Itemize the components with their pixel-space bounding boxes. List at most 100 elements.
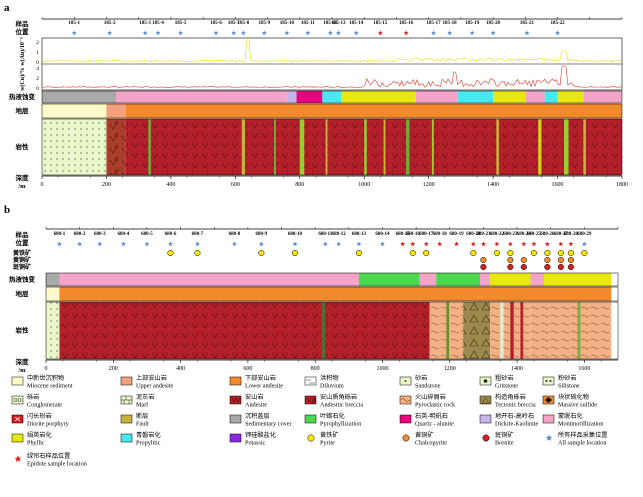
sample-label: 680-5 — [141, 232, 153, 237]
assay-tick: 4 — [36, 66, 39, 72]
pyrite-marker — [507, 249, 514, 257]
depth-tick-label: 1400 — [511, 366, 523, 372]
legend-zh: 砂岩 — [415, 374, 427, 382]
sample-star — [447, 30, 453, 36]
lithology-band — [520, 302, 524, 359]
depth-tick-label: 1200 — [444, 366, 456, 372]
sample-label: 185-22 — [550, 21, 565, 26]
depth-tick-label: 200 — [109, 366, 118, 372]
sample-label: 185-11 — [301, 21, 315, 26]
epidote-sample-star — [531, 241, 537, 247]
stratum-segment — [42, 104, 107, 118]
assay-tick: 2 — [36, 76, 39, 82]
legend-zh: 黄铜矿 — [415, 431, 434, 439]
alteration-segment — [42, 91, 117, 103]
chalcopyrite-marker — [544, 256, 551, 264]
sample-star — [356, 241, 362, 247]
lithology-pattern — [125, 119, 623, 175]
legend-item-lower-andesite: 下部安山岩Lower andesite — [229, 374, 283, 390]
legend-en: Andesitic breccia — [320, 402, 363, 409]
lithology-band — [510, 302, 514, 359]
legend-item-marl: 泥灰岩Marl — [120, 393, 155, 409]
legend-swatch — [229, 376, 242, 386]
legend-en: Diorite porphyry — [27, 421, 70, 428]
legend-en: Conglomerate — [27, 402, 62, 409]
legend-item-potassic: 钾硅酸盐化Potassic — [229, 431, 276, 447]
sample-label: 185-2 — [104, 21, 116, 26]
depth-tick-label: 0 — [45, 366, 48, 372]
row-label-depth: 深度 — [16, 173, 30, 182]
legend-swatch — [11, 395, 24, 405]
row-label-depth: /m — [17, 183, 26, 190]
legend-zh: 所有样品采集位置 — [558, 431, 608, 439]
sample-label: 185-17 — [426, 21, 441, 26]
lithology-band — [496, 119, 499, 175]
legend-en: Siltstone — [558, 383, 580, 390]
alteration-segment — [286, 91, 297, 103]
alteration-segment — [583, 91, 622, 103]
bornite-marker — [557, 263, 564, 271]
pyrite-marker — [557, 249, 564, 257]
sample-label: 680-17 — [419, 232, 434, 237]
legend-zh: 断层 — [136, 412, 148, 420]
bornite-marker — [544, 263, 551, 271]
row-label-samples: 样品 — [16, 19, 30, 28]
legend-swatch — [120, 414, 133, 424]
assay-tick: 1 — [36, 50, 39, 56]
legend-item-andesite: 安山岩Andesite — [229, 393, 267, 409]
lithology-band — [538, 119, 542, 175]
depth-tick-label: 1600 — [552, 182, 564, 188]
legend-item-sandstone: 砂岩Sandstone — [399, 374, 441, 390]
pyrite-marker — [291, 249, 299, 257]
alteration-segment — [480, 273, 491, 286]
legend-item-all-sample-location: 所有样品采集位置All sample location — [545, 431, 608, 447]
depth-tick-label: 1400 — [487, 182, 499, 188]
sample-star — [57, 241, 62, 247]
alteration-segment — [296, 91, 323, 103]
sample-label: 185-3 — [139, 21, 151, 26]
legend-swatch — [307, 434, 315, 442]
legend-en: Epidote sample location — [27, 461, 87, 468]
pyrite-marker — [544, 249, 551, 257]
legend-swatch — [542, 376, 555, 386]
sample-label: 680-8 — [229, 232, 241, 237]
sample-star — [71, 30, 77, 36]
sample-star — [155, 30, 161, 36]
legend-en: Marl — [136, 402, 148, 409]
assay-tick: 0 — [36, 86, 39, 92]
sample-star — [322, 241, 328, 247]
legend-zh: 洪积物 — [320, 374, 339, 382]
chalcopyrite-marker — [480, 256, 487, 264]
epidote-sample-star — [410, 241, 416, 247]
sample-label: 185-14 — [349, 21, 364, 26]
legend-item-quartz-alunite: 石英-明矾石Quartz - alunite — [399, 412, 454, 428]
sample-label: 680-3 — [94, 232, 106, 237]
sample-star — [581, 241, 587, 247]
legend-zh: 叶蜡石化 — [320, 412, 345, 420]
alteration-segment — [322, 91, 342, 103]
legend-en: Gritstone — [495, 383, 518, 390]
sample-label: 680-18 — [433, 232, 448, 237]
pyrite-marker — [355, 249, 362, 257]
row-label-alteration: 热液蚀变 — [9, 92, 36, 101]
legend-swatch — [229, 414, 242, 424]
legend-swatch — [229, 395, 242, 405]
pyrite-marker — [567, 249, 574, 257]
epidote-sample-star — [480, 241, 486, 247]
pyrite-marker — [409, 249, 416, 257]
alteration-segment — [490, 273, 531, 286]
legend-en: Bornite — [495, 440, 514, 447]
sample-star — [168, 241, 173, 247]
legend-swatch — [11, 433, 24, 443]
legend-en: Chalcopyrite — [415, 440, 447, 447]
legend-en: Montmorillization — [558, 421, 603, 428]
alteration-segment — [415, 91, 458, 103]
sample-label: 185-16 — [399, 21, 414, 26]
core-log-figure: a185-1 185-2 185-3 185-4 185-5 185-6 185-7185-… — [4, 2, 628, 468]
legend-item-pyrite: 黄铁矿Pyrite — [307, 431, 339, 447]
legend-item-diluvium: 洪积物Diluvium — [304, 374, 344, 390]
sample-label: 680-28 — [564, 232, 579, 237]
row-label-lithology: 岩性 — [15, 142, 30, 151]
legend-zh: 构造角砾岩 — [495, 393, 526, 401]
legend-mark — [545, 380, 548, 382]
